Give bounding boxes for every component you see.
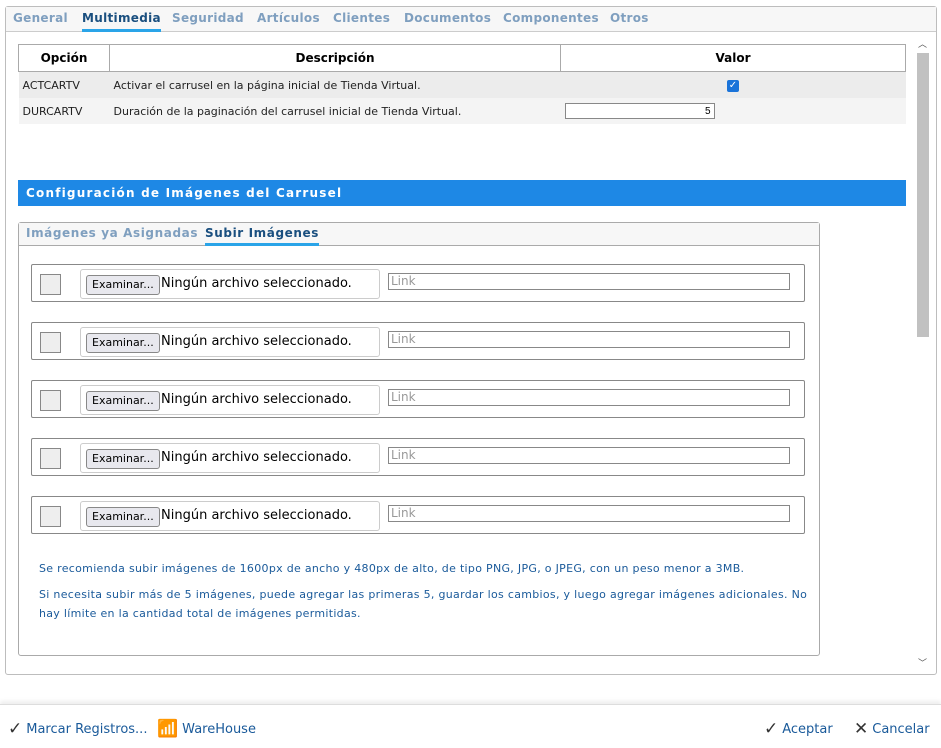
warehouse-label: WareHouse: [182, 721, 256, 737]
col-descripcion: Descripción: [109, 44, 561, 72]
cancel-button[interactable]: ✕ Cancelar: [854, 719, 930, 739]
scroll-thumb[interactable]: [917, 53, 929, 337]
tab-general[interactable]: General: [13, 11, 68, 29]
upload-row: Examinar... Ningún archivo seleccionado. …: [31, 380, 805, 418]
file-input[interactable]: Examinar... Ningún archivo seleccionado.: [80, 501, 380, 531]
link-placeholder: Link: [391, 332, 416, 346]
images-panel: Imágenes ya Asignadas Subir Imágenes Exa…: [18, 222, 820, 656]
check-icon: ✓: [764, 719, 779, 739]
check-icon: ✓: [8, 719, 23, 739]
scrollbar[interactable]: ︿ ﹀: [915, 35, 929, 671]
mark-records-button[interactable]: ✓ Marcar Registros...: [8, 719, 147, 739]
image-preview: [40, 332, 61, 353]
recommendation-note: Se recomienda subir imágenes de 1600px d…: [39, 562, 745, 575]
link-input[interactable]: Link: [388, 273, 790, 290]
scroll-down-icon[interactable]: ﹀: [918, 656, 927, 669]
scroll-up-icon[interactable]: ︿: [918, 37, 927, 50]
close-icon: ✕: [854, 719, 869, 739]
tab-otros[interactable]: Otros: [610, 11, 649, 29]
image-preview: [40, 448, 61, 469]
tab-seguridad[interactable]: Seguridad: [172, 11, 244, 29]
upload-row: Examinar... Ningún archivo seleccionado. …: [31, 322, 805, 360]
tab-bar: General Multimedia Seguridad Artículos C…: [6, 7, 936, 32]
browse-button[interactable]: Examinar...: [86, 449, 160, 469]
tab-componentes[interactable]: Componentes: [503, 11, 599, 29]
link-placeholder: Link: [391, 274, 416, 288]
actcartv-checkbox[interactable]: ✓: [727, 80, 739, 92]
browse-button[interactable]: Examinar...: [86, 333, 160, 353]
option-code: ACTCARTV: [18, 71, 110, 98]
link-placeholder: Link: [391, 448, 416, 462]
chart-growth-icon: 📶: [157, 719, 179, 739]
accept-button[interactable]: ✓ Aceptar: [764, 719, 833, 739]
upload-row: Examinar... Ningún archivo seleccionado. …: [31, 438, 805, 476]
table-row: ACTCARTV Activar el carrusel en la página…: [18, 71, 906, 98]
tab-articulos[interactable]: Artículos: [257, 11, 320, 29]
tab-documentos[interactable]: Documentos: [404, 11, 491, 29]
durcartv-input[interactable]: [564, 103, 715, 119]
file-input[interactable]: Examinar... Ningún archivo seleccionado.: [80, 443, 380, 473]
browse-button[interactable]: Examinar...: [86, 391, 160, 411]
warehouse-button[interactable]: 📶 WareHouse: [157, 719, 256, 739]
accept-label: Aceptar: [782, 721, 833, 737]
link-input[interactable]: Link: [388, 331, 790, 348]
mark-label: Marcar Registros...: [26, 721, 148, 737]
image-preview: [40, 506, 61, 527]
file-input[interactable]: Examinar... Ningún archivo seleccionado.: [80, 269, 380, 299]
tab-upload-images[interactable]: Subir Imágenes: [205, 226, 320, 246]
file-status: Ningún archivo seleccionado.: [161, 392, 352, 407]
tab-clientes[interactable]: Clientes: [333, 11, 390, 29]
cancel-label: Cancelar: [872, 721, 930, 737]
image-preview: [40, 390, 61, 411]
file-status: Ningún archivo seleccionado.: [161, 450, 352, 465]
section-banner: Configuración de Imágenes del Carrusel: [18, 180, 906, 206]
file-input[interactable]: Examinar... Ningún archivo seleccionado.: [80, 327, 380, 357]
option-description: Activar el carrusel en la página inicial…: [109, 71, 561, 98]
upload-row: Examinar... Ningún archivo seleccionado. …: [31, 264, 805, 302]
footer-bar: ✓ Marcar Registros... 📶 WareHouse ✓ Aceptar…: [0, 704, 941, 748]
link-placeholder: Link: [391, 390, 416, 404]
file-status: Ningún archivo seleccionado.: [161, 334, 352, 349]
link-input[interactable]: Link: [388, 389, 790, 406]
col-valor: Valor: [560, 44, 906, 72]
image-preview: [40, 274, 61, 295]
file-status: Ningún archivo seleccionado.: [161, 508, 352, 523]
settings-window: General Multimedia Seguridad Artículos C…: [5, 6, 937, 675]
col-opcion: Opción: [18, 44, 110, 72]
link-placeholder: Link: [391, 506, 416, 520]
options-table: Opción Descripción Valor ACTCARTV Activar e…: [18, 44, 906, 124]
option-description: Duración de la paginación del carrusel i…: [109, 98, 561, 124]
browse-button[interactable]: Examinar...: [86, 275, 160, 295]
link-input[interactable]: Link: [388, 505, 790, 522]
browse-button[interactable]: Examinar...: [86, 507, 160, 527]
file-status: Ningún archivo seleccionado.: [161, 276, 352, 291]
link-input[interactable]: Link: [388, 447, 790, 464]
table-row: DURCARTV Duración de la paginación del ca…: [18, 98, 906, 124]
tab-multimedia[interactable]: Multimedia: [82, 11, 161, 32]
upload-row: Examinar... Ningún archivo seleccionado. …: [31, 496, 805, 534]
option-code: DURCARTV: [18, 98, 110, 124]
tab-assigned-images[interactable]: Imágenes ya Asignadas: [26, 226, 198, 243]
file-input[interactable]: Examinar... Ningún archivo seleccionado.: [80, 385, 380, 415]
limit-note: Si necesita subir más de 5 imágenes, pue…: [39, 588, 808, 620]
